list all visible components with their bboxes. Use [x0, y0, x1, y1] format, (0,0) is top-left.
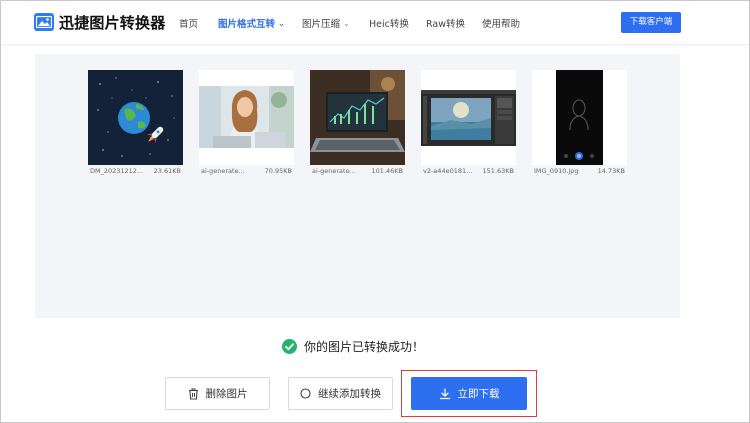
file-size: 101.46KB: [371, 167, 403, 175]
phone-camera-screenshot: [532, 70, 627, 165]
nav-help[interactable]: 使用帮助: [482, 16, 520, 30]
file-card[interactable]: ai-generate... 70.95KB: [199, 70, 294, 179]
file-size: 151.63KB: [482, 167, 514, 175]
success-text: 你的图片已转换成功！: [304, 339, 425, 354]
laptop-chart-photo: [310, 70, 405, 165]
woman-laptop-photo: [199, 70, 294, 165]
top-header: 迅捷图片转换器 首页 图片格式互转 ⌄ 图片压缩 ⌄ Heic转换 Raw转换 使用…: [1, 1, 749, 45]
delete-images-label: 删除图片: [205, 388, 248, 400]
check-circle-icon: [282, 338, 297, 354]
nav-compress[interactable]: 图片压缩 ⌄: [302, 16, 350, 30]
file-card[interactable]: IMG_0910.jpg 14.73KB: [532, 70, 627, 179]
continue-add-label: 继续添加转换: [318, 388, 381, 400]
continue-add-button[interactable]: 继续添加转换: [288, 377, 393, 410]
file-list-panel: DM_20231212... 23.61KB ai-generate... 70…: [35, 54, 680, 318]
circle-icon: [300, 388, 311, 399]
photo-editor-screenshot: [421, 70, 516, 165]
file-name: ai-generate...: [312, 167, 356, 175]
nav-format-convert[interactable]: 图片格式互转 ⌄: [218, 16, 285, 30]
brand-name[interactable]: 迅捷图片转换器: [59, 12, 165, 33]
file-card[interactable]: ai-generate... 101.46KB: [310, 70, 405, 179]
nav-heic[interactable]: Heic转换: [369, 16, 409, 30]
nav-raw[interactable]: Raw转换: [426, 16, 465, 30]
file-size: 23.61KB: [153, 167, 181, 175]
download-client-button[interactable]: 下载客户端: [621, 12, 681, 33]
chevron-down-icon: ⌄: [278, 19, 285, 28]
file-name: DM_20231212...: [90, 167, 144, 175]
file-name: ai-generate...: [201, 167, 245, 175]
space-earth-rocket-image: [88, 70, 183, 165]
file-card[interactable]: DM_20231212... 23.61KB: [88, 70, 183, 179]
file-name: v2-a44e0181...: [423, 167, 473, 175]
file-size: 14.73KB: [597, 167, 625, 175]
nav-home[interactable]: 首页: [179, 16, 198, 30]
success-message: 你的图片已转换成功！: [282, 337, 424, 355]
file-name: IMG_0910.jpg: [534, 167, 579, 175]
app-logo-icon[interactable]: [34, 13, 54, 31]
trash-icon: [188, 387, 199, 400]
chevron-down-icon: ⌄: [343, 19, 350, 28]
file-size: 70.95KB: [264, 167, 292, 175]
file-card[interactable]: v2-a44e0181... 151.63KB: [421, 70, 516, 179]
highlight-box: [401, 370, 537, 417]
delete-images-button[interactable]: 删除图片: [165, 377, 270, 410]
